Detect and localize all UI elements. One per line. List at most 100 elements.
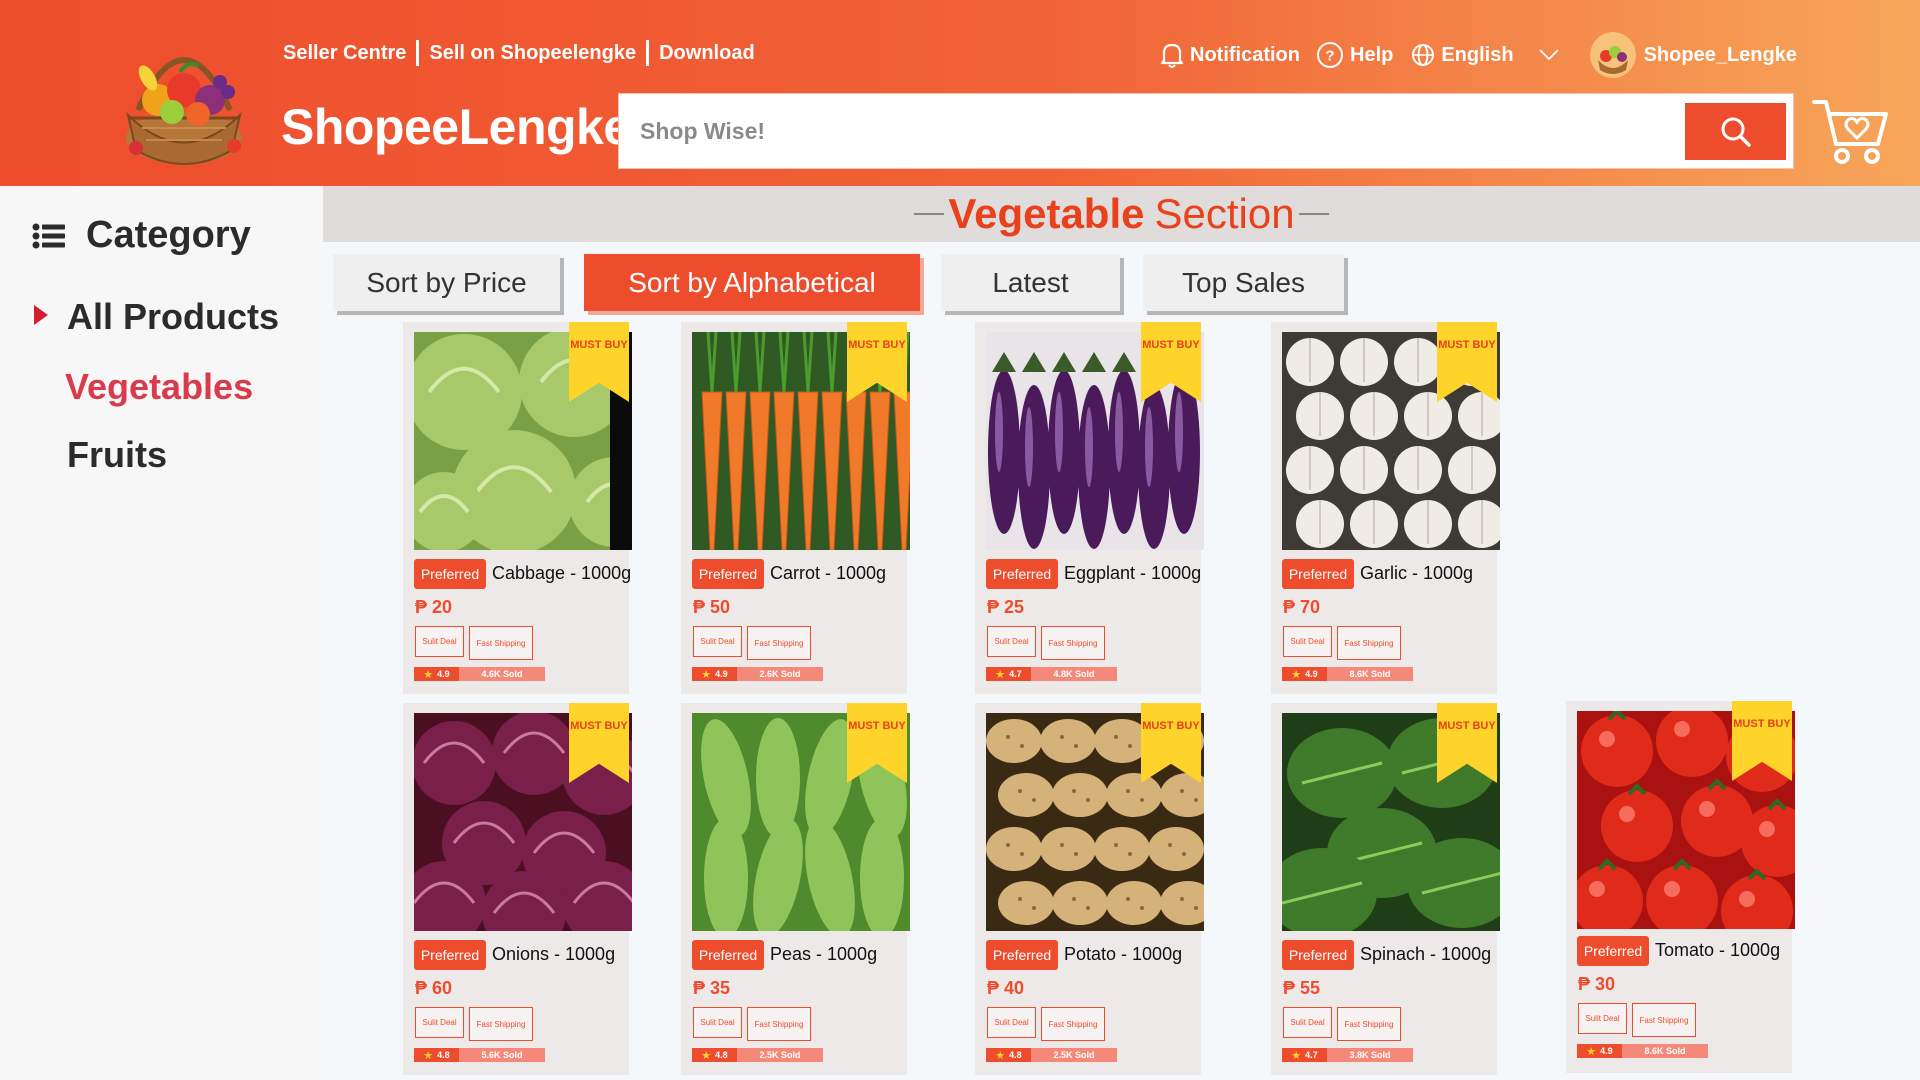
sold-label: Sold (1371, 1050, 1391, 1060)
product-name[interactable]: Tomato - 1000g (1655, 940, 1780, 961)
fast-shipping-tag: Fast Shipping (469, 1007, 533, 1041)
preferred-badge: Preferred (986, 559, 1058, 589)
must-buy-label: MUST BUY (1142, 720, 1200, 732)
category-label: Category (86, 214, 251, 256)
fast-shipping-tag: Fast Shipping (1337, 1007, 1401, 1041)
sold-count: 4.8K Sold (1031, 667, 1117, 681)
product-name[interactable]: Eggplant - 1000g (1064, 563, 1201, 584)
brand-name[interactable]: ShopeeLengke (281, 98, 631, 156)
sort-by-price-button[interactable]: Sort by Price (333, 254, 560, 311)
product-name[interactable]: Onions - 1000g (492, 944, 615, 965)
globe-icon (1412, 44, 1435, 66)
product-card[interactable]: MUST BUY Preferred Eggplant - 1000g ₱ 25… (975, 322, 1204, 694)
product-name[interactable]: Cabbage - 1000g (492, 563, 631, 584)
rating: ★ 4.9 (692, 667, 737, 681)
search-input[interactable] (619, 94, 1679, 168)
product-price: ₱ 55 (1283, 978, 1321, 998)
product-card[interactable]: MUST BUY Preferred Onions - 1000g ₱ 60 S… (403, 703, 632, 1075)
preferred-badge: Preferred (692, 559, 764, 589)
divider (1298, 213, 1329, 215)
product-price: ₱ 35 (693, 978, 731, 998)
rating-value: 4.9 (715, 669, 728, 679)
sold-value: 2.5K (759, 1050, 779, 1060)
product-card[interactable]: MUST BUY Preferred Spinach - 1000g ₱ 55 … (1271, 703, 1500, 1075)
product-name[interactable]: Spinach - 1000g (1360, 944, 1491, 965)
avatar (1589, 32, 1636, 78)
fast-shipping-tag: Fast Shipping (747, 1007, 811, 1041)
seller-centre-link[interactable]: Seller Centre (283, 42, 406, 65)
rating-value: 4.7 (1009, 669, 1022, 679)
sold-value: 5.6K (481, 1050, 501, 1060)
latest-button[interactable]: Latest (941, 254, 1120, 311)
suli-deal-tag: Sulit Deal (693, 1007, 742, 1038)
notification-link[interactable]: Notification (1160, 41, 1300, 69)
fast-shipping-tag: Fast Shipping (469, 626, 533, 660)
product-name[interactable]: Carrot - 1000g (770, 563, 886, 584)
sidebar-item-vegetables[interactable]: Vegetables (65, 366, 253, 408)
suli-deal-tag: Sulit Deal (987, 626, 1036, 657)
product-card[interactable]: MUST BUY Preferred Garlic - 1000g ₱ 70 S… (1271, 322, 1500, 694)
rating: ★ 4.8 (692, 1048, 737, 1062)
fast-shipping-tag: Fast Shipping (747, 626, 811, 660)
download-link[interactable]: Download (659, 42, 755, 65)
sidebar-item-all-products[interactable]: All Products (67, 296, 279, 338)
rating-sold-bar: ★ 4.8 2.5K Sold (986, 1048, 1117, 1062)
cart-icon[interactable] (1812, 96, 1890, 166)
star-icon: ★ (701, 668, 712, 681)
rating-sold-bar: ★ 4.7 4.8K Sold (986, 667, 1117, 681)
user-nav: Notification ? Help English Shopee_Lengk… (1160, 32, 1797, 78)
sold-value: 8.6K (1644, 1046, 1664, 1056)
caret-right-icon (34, 305, 48, 325)
language-label: English (1441, 43, 1514, 66)
preferred-badge: Preferred (1282, 559, 1354, 589)
divider (416, 40, 420, 66)
notification-label: Notification (1190, 43, 1300, 66)
product-card[interactable]: MUST BUY Preferred Peas - 1000g ₱ 35 Sul… (681, 703, 910, 1075)
help-link[interactable]: ? Help (1316, 41, 1393, 69)
product-card[interactable]: MUST BUY Preferred Potato - 1000g ₱ 40 S… (975, 703, 1204, 1075)
rating: ★ 4.8 (986, 1048, 1031, 1062)
product-name[interactable]: Potato - 1000g (1064, 944, 1182, 965)
sold-count: 2.5K Sold (1031, 1048, 1117, 1062)
product-card[interactable]: MUST BUY Preferred Carrot - 1000g ₱ 50 S… (681, 322, 910, 694)
rating-sold-bar: ★ 4.9 4.6K Sold (414, 667, 545, 681)
suli-deal-tag: Sulit Deal (987, 1007, 1036, 1038)
search-icon (1721, 117, 1751, 147)
rating-value: 4.9 (1305, 669, 1318, 679)
suli-deal-tag: Sulit Deal (415, 626, 464, 657)
must-buy-label: MUST BUY (1438, 339, 1496, 351)
star-icon: ★ (1586, 1045, 1597, 1058)
help-icon: ? (1317, 42, 1343, 68)
product-name[interactable]: Peas - 1000g (770, 944, 877, 965)
product-price: ₱ 20 (415, 597, 453, 617)
fast-shipping-tag: Fast Shipping (1041, 626, 1105, 660)
sort-by-alphabetical-button[interactable]: Sort by Alphabetical (584, 254, 920, 311)
fast-shipping-tag: Fast Shipping (1041, 1007, 1105, 1041)
bell-icon (1160, 43, 1184, 68)
must-buy-label: MUST BUY (570, 720, 628, 732)
sold-value: 8.6K (1349, 669, 1369, 679)
search-button[interactable] (1685, 103, 1786, 160)
fast-shipping-tag: Fast Shipping (1632, 1003, 1696, 1037)
divider (646, 40, 650, 66)
product-card[interactable]: MUST BUY Preferred Tomato - 1000g ₱ 30 S… (1566, 701, 1795, 1073)
language-selector[interactable]: English (1411, 43, 1565, 67)
product-price: ₱ 60 (415, 978, 453, 998)
suli-deal-tag: Sulit Deal (693, 626, 742, 657)
sell-on-link[interactable]: Sell on Shopeelengke (429, 42, 636, 65)
product-name[interactable]: Garlic - 1000g (1360, 563, 1473, 584)
suli-deal-tag: Sulit Deal (1283, 1007, 1332, 1038)
user-profile[interactable]: Shopee_Lengke (1589, 32, 1797, 78)
rating-sold-bar: ★ 4.8 2.5K Sold (692, 1048, 823, 1062)
sidebar-item-fruits[interactable]: Fruits (67, 434, 167, 476)
product-price: ₱ 70 (1283, 597, 1321, 617)
search-bar (618, 93, 1794, 169)
sold-value: 4.6K (481, 669, 501, 679)
star-icon: ★ (423, 1049, 434, 1062)
rating: ★ 4.7 (1282, 1048, 1327, 1062)
rating-value: 4.8 (1009, 1050, 1022, 1060)
top-sales-button[interactable]: Top Sales (1143, 254, 1344, 311)
product-card[interactable]: MUST BUY Preferred Cabbage - 1000g ₱ 20 … (403, 322, 632, 694)
fruit-basket-logo[interactable] (108, 20, 260, 172)
list-icon (32, 223, 65, 248)
